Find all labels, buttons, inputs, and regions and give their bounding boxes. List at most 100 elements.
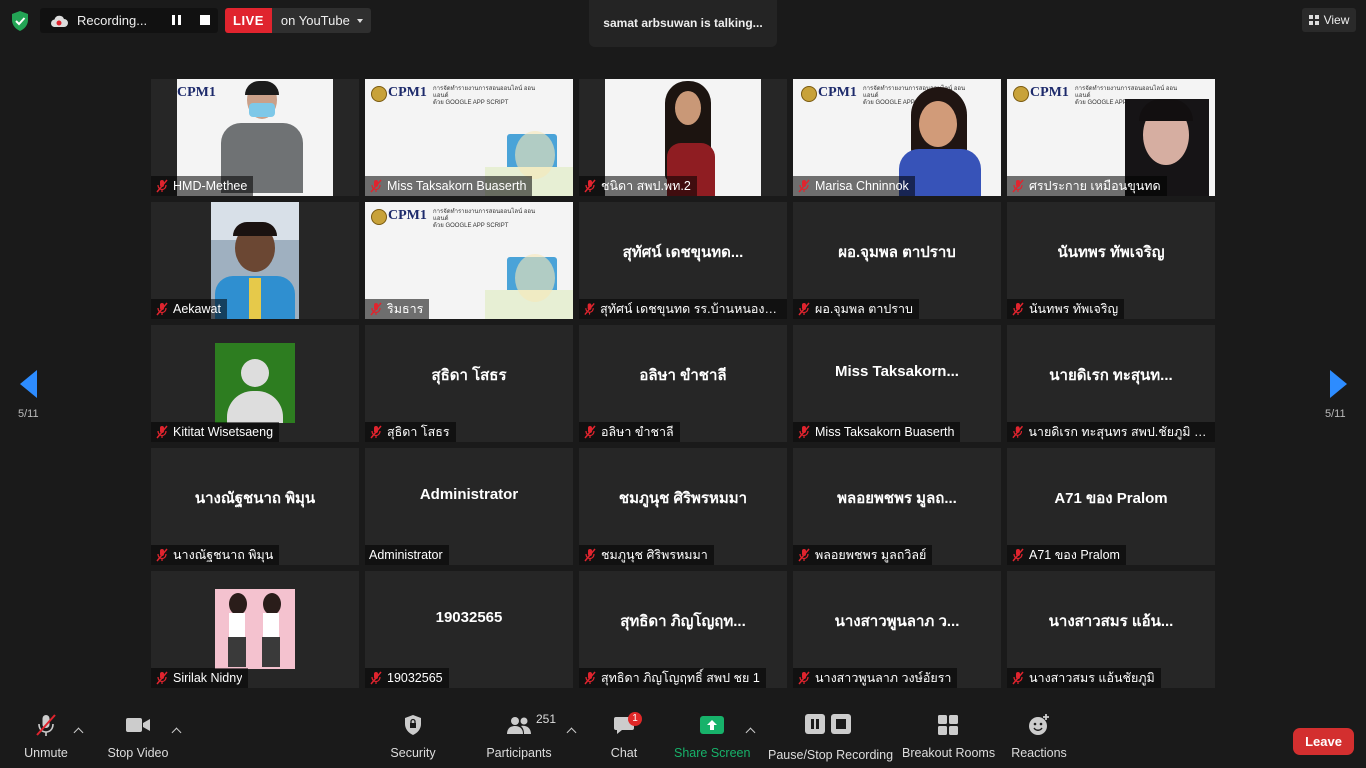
page-indicator-right: 5/11 xyxy=(1325,408,1346,420)
stop-video-label: Stop Video xyxy=(107,746,169,760)
participant-tile[interactable]: นางสาวสมร แอ้น... นางสาวสมร แอ้นชัยภูมิ xyxy=(1007,571,1215,688)
participant-name: นันทพร ทัพเจริญ xyxy=(1029,302,1119,316)
slide-logo: CPM1 xyxy=(388,208,427,223)
participants-options-caret-icon[interactable] xyxy=(566,727,577,738)
participant-tile[interactable]: CPM1 การจัดทำรายงานการสอนออนไลน์ ออนแอนด์… xyxy=(365,79,573,196)
pause-stop-recording-button[interactable]: Pause/Stop Recording xyxy=(768,710,893,762)
participants-icon xyxy=(507,717,531,734)
live-stream-status[interactable]: LIVE on YouTube xyxy=(225,8,371,33)
participant-tile[interactable]: นายดิเรก ทะสุนท... นายดิเรก ทะสุนทร สพป.ช… xyxy=(1007,325,1215,442)
participant-nameplate: A71 ของ Pralom xyxy=(1007,545,1126,565)
school-emblem-icon xyxy=(1013,86,1029,102)
participant-tile[interactable]: สุธิดา โสธร สุธิดา โสธร xyxy=(365,325,573,442)
school-emblem-icon xyxy=(371,86,387,102)
breakout-rooms-label: Breakout Rooms xyxy=(902,746,996,760)
pause-stop-recording-icon xyxy=(805,714,851,734)
security-button[interactable]: Security xyxy=(388,710,438,760)
video-camera-icon xyxy=(126,718,150,732)
chat-unread-badge: 1 xyxy=(628,712,642,726)
participants-button[interactable]: 251 Participants xyxy=(484,710,556,760)
share-screen-button[interactable]: Share Screen xyxy=(674,710,750,760)
participant-nameplate: ผอ.จุมพล ตาปราบ xyxy=(793,299,919,319)
security-shield-icon xyxy=(405,715,421,735)
participant-tile[interactable]: Miss Taksakorn... Miss Taksakorn Buaserth xyxy=(793,325,1001,442)
participant-tile[interactable]: CPM1 การจัดทำรายงานการสอนออนไลน์ ออนแอนด์… xyxy=(793,79,1001,196)
share-screen-icon xyxy=(700,716,724,734)
unmute-label: Unmute xyxy=(24,746,68,760)
live-destination-label: on YouTube xyxy=(280,13,350,28)
participant-tile[interactable]: Administrator Administrator xyxy=(365,448,573,565)
participant-tile[interactable]: ชมภูนุช ศิริพรหมมา ชมภูนุช ศิริพรหมมา xyxy=(579,448,787,565)
meeting-toolbar: Unmute Stop Video Security 251 Participa… xyxy=(0,710,1366,768)
previous-page-icon[interactable] xyxy=(20,370,37,398)
participant-tile[interactable]: นางณัฐชนาถ พิมุน นางณัฐชนาถ พิมุน xyxy=(151,448,359,565)
pause-recording-icon[interactable] xyxy=(172,15,181,25)
leave-button[interactable]: Leave xyxy=(1293,728,1354,755)
reactions-button[interactable]: Reactions xyxy=(1010,710,1068,760)
participant-nameplate: นางสาวสมร แอ้นชัยภูมิ xyxy=(1007,668,1161,688)
encryption-shield-icon[interactable] xyxy=(10,10,30,32)
participant-tile[interactable]: Kititat Wisetsaeng xyxy=(151,325,359,442)
participant-display-name: สุทัศน์ เดชขุนทด... xyxy=(622,244,744,261)
participant-name: นางณัฐชนาถ พิมุน xyxy=(173,548,274,562)
participant-nameplate: นางณัฐชนาถ พิมุน xyxy=(151,545,280,565)
muted-mic-icon xyxy=(156,179,168,193)
view-button[interactable]: View xyxy=(1302,8,1356,32)
participant-display-name: สุธิดา โสธร xyxy=(431,367,507,384)
stop-recording-icon[interactable] xyxy=(200,15,210,25)
participant-tile[interactable]: อลิษา ขำชาลี อลิษา ขำชาลี xyxy=(579,325,787,442)
participant-tile[interactable]: 19032565 19032565 xyxy=(365,571,573,688)
breakout-rooms-button[interactable]: Breakout Rooms xyxy=(902,710,996,760)
muted-mic-icon xyxy=(584,671,596,685)
participant-nameplate: 19032565 xyxy=(365,668,449,688)
recording-label: Recording... xyxy=(77,13,148,28)
participant-nameplate: นางสาวพูนลาภ วงษ์อัยรา xyxy=(793,668,958,688)
participant-name: HMD-Methee xyxy=(173,179,248,193)
participant-tile[interactable]: A71 ของ Pralom A71 ของ Pralom xyxy=(1007,448,1215,565)
participant-nameplate: สุธิดา โสธร xyxy=(365,422,456,442)
participant-nameplate: พลอยพชพร มูลถวิลย์ xyxy=(793,545,933,565)
participant-tile[interactable]: พลอยพชพร มูลถ... พลอยพชพร มูลถวิลย์ xyxy=(793,448,1001,565)
participant-tile[interactable]: Sirilak Nidny xyxy=(151,571,359,688)
participant-display-name: ชมภูนุช ศิริพรหมมา xyxy=(618,490,748,507)
participant-nameplate: Marisa Chninnok xyxy=(793,176,915,196)
muted-mic-icon xyxy=(370,179,382,193)
participant-tile[interactable]: CPM1 การจัดทำรายงานการสอนออนไลน์ ออนแอนด์… xyxy=(1007,79,1215,196)
muted-mic-icon xyxy=(1012,671,1024,685)
live-destination-dropdown[interactable]: on YouTube xyxy=(271,8,371,33)
participant-name: นายดิเรก ทะสุนทร สพป.ชัยภูมิ เข... xyxy=(1028,425,1209,439)
participant-display-name: 19032565 xyxy=(435,609,503,626)
muted-mic-icon xyxy=(798,179,810,193)
participant-tile[interactable]: นันทพร ทัพเจริญ นันทพร ทัพเจริญ xyxy=(1007,202,1215,319)
stop-video-button[interactable]: Stop Video xyxy=(106,710,170,760)
participant-name: สุทธิดา ภิญโญฤทธิ์ สพป ชย 1 xyxy=(601,671,760,685)
participant-name: ริมธาร xyxy=(387,302,424,316)
participant-nameplate: Miss Taksakorn Buaserth xyxy=(793,422,961,442)
participant-name: ชมภูนุช ศิริพรหมมา xyxy=(601,548,708,562)
participant-tile[interactable]: สุทัศน์ เดชขุนทด... สุทัศน์ เดชขุนทด รร.บ… xyxy=(579,202,787,319)
participant-tile[interactable]: CPM1 การจัดทำรายงานการสอนออนไลน์ ออนแอนด์… xyxy=(365,202,573,319)
participant-tile[interactable]: CPM1 HMD-Methee xyxy=(151,79,359,196)
muted-mic-icon xyxy=(798,302,810,316)
participant-tile[interactable]: ผอ.จุมพล ตาปราบ ผอ.จุมพล ตาปราบ xyxy=(793,202,1001,319)
school-emblem-icon xyxy=(371,209,387,225)
chat-button[interactable]: 1 Chat xyxy=(604,710,644,760)
muted-mic-icon xyxy=(370,671,382,685)
unmute-button[interactable]: Unmute xyxy=(20,710,72,760)
participant-tile[interactable]: ชนิดา สพป.พท.2 xyxy=(579,79,787,196)
next-page-icon[interactable] xyxy=(1330,370,1347,398)
default-avatar-icon xyxy=(215,343,295,423)
participant-name: ชนิดา สพป.พท.2 xyxy=(601,179,691,193)
reactions-label: Reactions xyxy=(1011,746,1067,760)
audio-options-caret-icon[interactable] xyxy=(73,727,84,738)
participant-name: Kititat Wisetsaeng xyxy=(173,425,274,439)
participant-nameplate: สุทธิดา ภิญโญฤทธิ์ สพป ชย 1 xyxy=(579,668,766,688)
muted-mic-icon xyxy=(798,548,810,562)
participant-tile[interactable]: สุทธิดา ภิญโญฤท... สุทธิดา ภิญโญฤทธิ์ สพป… xyxy=(579,571,787,688)
participant-tile[interactable]: Aekawat xyxy=(151,202,359,319)
participant-nameplate: นันทพร ทัพเจริญ xyxy=(1007,299,1125,319)
participant-nameplate: Aekawat xyxy=(151,299,227,319)
participant-tile[interactable]: นางสาวพูนลาภ ว... นางสาวพูนลาภ วงษ์อัยรา xyxy=(793,571,1001,688)
participant-name: Miss Taksakorn Buaserth xyxy=(387,179,527,193)
video-options-caret-icon[interactable] xyxy=(171,727,182,738)
